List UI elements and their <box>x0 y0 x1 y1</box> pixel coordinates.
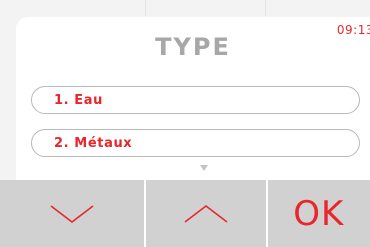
list-item-eau[interactable]: 1. Eau <box>31 86 360 114</box>
chevron-up-icon <box>184 204 228 223</box>
bezel-divider <box>265 0 266 16</box>
bezel-divider <box>145 0 146 16</box>
ok-button[interactable]: OK <box>265 180 370 247</box>
up-button[interactable] <box>144 180 266 247</box>
list-item-label: 2. Métaux <box>54 135 133 151</box>
top-bezel <box>0 0 370 16</box>
button-bar: OK <box>0 180 370 247</box>
scroll-down-indicator-icon <box>200 165 208 171</box>
list-item-label: 1. Eau <box>54 92 104 108</box>
down-button[interactable] <box>0 180 145 247</box>
chevron-down-icon <box>50 204 94 223</box>
list-item-metaux[interactable]: 2. Métaux <box>31 129 360 157</box>
ok-button-label: OK <box>293 193 345 234</box>
page-title: TYPE <box>155 33 231 61</box>
device-panel: 09:13 TYPE 1. Eau 2. Métaux OK <box>0 0 370 247</box>
